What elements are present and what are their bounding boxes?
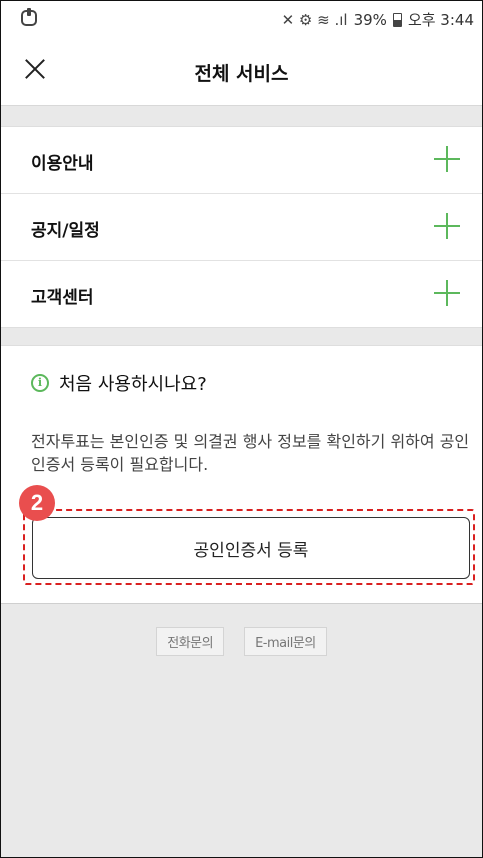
- first-use-description: 전자투표는 본인인증 및 의결권 행사 정보를 확인하기 위하여 공인인증서 등…: [31, 432, 470, 474]
- page-title: 전체 서비스: [194, 63, 289, 85]
- menu-item-label: 공지/일정: [31, 221, 100, 241]
- menu-item-guide[interactable]: 이용안내: [1, 127, 482, 194]
- app-screen: ✕ ⚙ ≋ .ıl 39% 오후 3:44 전체 서비스 이용안내 공지/일정 …: [0, 0, 483, 858]
- menu-item-label: 고객센터: [31, 288, 94, 308]
- plus-icon[interactable]: [434, 213, 460, 239]
- info-icon: i: [31, 374, 49, 392]
- header: 전체 서비스: [1, 37, 482, 106]
- menu-item-customer-center[interactable]: 고객센터: [1, 261, 482, 327]
- status-indicators: ✕ ⚙ ≋ .ıl 39% 오후 3:44: [282, 9, 474, 30]
- status-bar: ✕ ⚙ ≋ .ıl 39% 오후 3:44: [1, 1, 482, 37]
- plus-icon[interactable]: [434, 146, 460, 172]
- footer-links: 전화문의 E-mail문의: [1, 627, 482, 656]
- first-use-title: 처음 사용하시나요?: [59, 374, 207, 395]
- email-inquiry-link[interactable]: E-mail문의: [244, 627, 327, 656]
- signal-icons: ✕ ⚙ ≋ .ıl: [281, 10, 348, 29]
- battery-icon: [392, 12, 402, 27]
- step-badge: 2: [19, 485, 55, 521]
- first-use-panel: i 처음 사용하시나요? 전자투표는 본인인증 및 의결권 행사 정보를 확인하…: [1, 345, 482, 604]
- plus-icon[interactable]: [434, 280, 460, 306]
- first-use-heading: i 처음 사용하시나요?: [31, 370, 207, 396]
- menu-item-notice-schedule[interactable]: 공지/일정: [1, 194, 482, 261]
- app-notification-icon: [21, 8, 37, 26]
- battery-percent: 39%: [353, 10, 387, 29]
- phone-inquiry-link[interactable]: 전화문의: [156, 627, 225, 656]
- clock: 오후 3:44: [407, 11, 474, 29]
- menu-item-label: 이용안내: [31, 154, 94, 174]
- service-menu: 이용안내 공지/일정 고객센터: [1, 126, 482, 328]
- register-certificate-button[interactable]: 공인인증서 등록: [32, 517, 470, 579]
